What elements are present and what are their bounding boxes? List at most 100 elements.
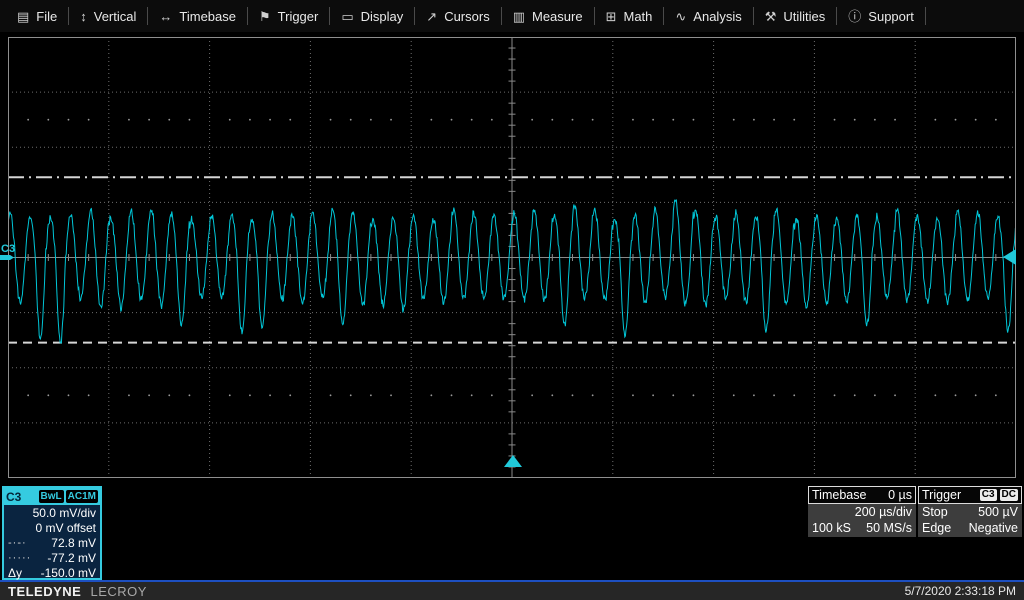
grid-minor-dot xyxy=(934,394,936,396)
grid-minor-dot xyxy=(894,119,896,121)
trigger-type-row: Edge Negative xyxy=(918,520,1022,536)
menu-item-display[interactable]: ▭ Display xyxy=(330,0,414,32)
grid-minor-dot xyxy=(995,394,997,396)
trigger-flag-icon: ⚑ xyxy=(259,10,271,23)
trigger-header[interactable]: Trigger C3 DC xyxy=(918,486,1022,504)
cursor2-line-style-icon: ····· xyxy=(8,552,31,564)
timebase-sampling-row: 100 kS 50 MS/s xyxy=(808,520,916,536)
brand-secondary: LECROY xyxy=(90,584,146,599)
datetime-readout: 5/7/2020 2:33:18 PM xyxy=(905,584,1016,598)
grid-minor-dot xyxy=(733,119,735,121)
grid-minor-dot xyxy=(592,394,594,396)
trigger-mode: Stop xyxy=(922,505,948,519)
grid-minor-dot xyxy=(531,119,533,121)
grid-minor-dot xyxy=(753,119,755,121)
channel-c3-label[interactable]: C3 xyxy=(1,243,15,255)
timebase-descriptor[interactable]: Timebase 0 µs 200 µs/div 100 kS 50 MS/s xyxy=(808,486,916,537)
menu-item-math[interactable]: ⊞ Math xyxy=(595,0,664,32)
grid-minor-dot xyxy=(955,394,957,396)
timebase-title: Timebase xyxy=(812,488,866,502)
utilities-tools-icon: ⚒ xyxy=(765,10,777,23)
grid-minor-dot xyxy=(773,119,775,121)
grid-minor-dot xyxy=(148,119,150,121)
menu-item-label: Trigger xyxy=(278,9,319,24)
channel-scale-row: 50.0 mV/div xyxy=(4,505,100,520)
trigger-mode-row: Stop 500 µV xyxy=(918,504,1022,520)
menu-item-file[interactable]: ▤ File xyxy=(6,0,68,32)
grid-minor-dot xyxy=(269,394,271,396)
menu-item-label: Cursors xyxy=(444,9,490,24)
cursor1-readout-row: -·-· 72.8 mV xyxy=(4,535,100,550)
trigger-level-marker[interactable] xyxy=(1003,249,1016,265)
grid-minor-dot xyxy=(672,119,674,121)
menu-item-measure[interactable]: ▥ Measure xyxy=(502,0,594,32)
grid-minor-dot xyxy=(834,119,836,121)
trigger-source-badge: C3 xyxy=(980,489,997,501)
cursor-arrow-icon: ↗ xyxy=(426,10,437,23)
grid-minor-dot xyxy=(88,119,90,121)
menu-item-cursors[interactable]: ↗ Cursors xyxy=(415,0,500,32)
grid-minor-dot xyxy=(531,394,533,396)
grid-minor-dot xyxy=(753,394,755,396)
channel-descriptor-header[interactable]: C3 BwL AC1M xyxy=(4,488,100,505)
grid-minor-dot xyxy=(551,394,553,396)
menu-item-label: File xyxy=(36,9,57,24)
timebase-position: 0 µs xyxy=(888,488,912,502)
grid-minor-dot xyxy=(229,394,231,396)
menu-item-label: Measure xyxy=(532,9,583,24)
trigger-descriptor[interactable]: Trigger C3 DC Stop 500 µV Edge Negative xyxy=(918,486,1022,537)
delta-y-label: Δy xyxy=(8,566,22,580)
grid-minor-dot xyxy=(874,394,876,396)
grid-minor-dot xyxy=(773,394,775,396)
grid-minor-dot xyxy=(350,394,352,396)
menu-item-label: Analysis xyxy=(693,9,741,24)
grid-minor-dot xyxy=(652,119,654,121)
menu-item-trigger[interactable]: ⚑ Trigger xyxy=(248,0,329,32)
menu-item-analysis[interactable]: ∿ Analysis xyxy=(664,0,752,32)
grid-minor-dot xyxy=(189,394,191,396)
trigger-time-marker[interactable] xyxy=(504,455,522,467)
trigger-title: Trigger xyxy=(922,488,961,502)
display-monitor-icon: ▭ xyxy=(341,10,353,23)
channel-scale-value: 50.0 mV/div xyxy=(33,506,96,520)
grid-minor-dot xyxy=(894,394,896,396)
channel-offset-row: 0 mV offset xyxy=(4,520,100,535)
timebase-header[interactable]: Timebase 0 µs xyxy=(808,486,916,504)
bandwidth-limit-badge: BwL xyxy=(39,490,64,503)
grid-minor-dot xyxy=(834,394,836,396)
status-bar: TELEDYNE LECROY 5/7/2020 2:33:18 PM xyxy=(0,582,1024,600)
grid-minor-dot xyxy=(330,394,332,396)
grid-minor-dot xyxy=(148,394,150,396)
grid-minor-dot xyxy=(793,394,795,396)
grid-minor-dot xyxy=(995,119,997,121)
grid-minor-dot xyxy=(68,119,70,121)
grid-minor-dot xyxy=(47,394,49,396)
grid-minor-dot xyxy=(451,119,453,121)
cursor1-line-style-icon: -·-· xyxy=(8,537,27,549)
grid-minor-dot xyxy=(128,394,130,396)
menu-item-timebase[interactable]: ↔ Timebase xyxy=(148,0,247,32)
grid-minor-dot xyxy=(874,119,876,121)
grid-minor-dot xyxy=(471,394,473,396)
grid-minor-dot xyxy=(934,119,936,121)
cursor2-value: -77.2 mV xyxy=(47,551,96,565)
timebase-scale: 200 µs/div xyxy=(855,505,912,519)
grid-minor-dot xyxy=(693,119,695,121)
grid-minor-dot xyxy=(68,394,70,396)
record-length: 100 kS xyxy=(812,521,851,535)
menu-item-label: Support xyxy=(868,9,914,24)
cursor1-value: 72.8 mV xyxy=(51,536,96,550)
grid-minor-dot xyxy=(491,394,493,396)
grid-minor-dot xyxy=(733,394,735,396)
menu-item-vertical[interactable]: ↕ Vertical xyxy=(69,0,147,32)
grid-minor-dot xyxy=(229,119,231,121)
grid-minor-dot xyxy=(289,394,291,396)
oscilloscope-screen: ▤ File ↕ Vertical ↔ Timebase ⚑ Trigger ▭… xyxy=(0,0,1024,600)
trigger-type: Edge xyxy=(922,521,951,535)
menu-item-support[interactable]: ⓘ Support xyxy=(837,0,925,32)
grid-minor-dot xyxy=(672,394,674,396)
grid-minor-dot xyxy=(249,394,251,396)
grid-minor-dot xyxy=(693,394,695,396)
channel-descriptor-c3[interactable]: C3 BwL AC1M 50.0 mV/div 0 mV offset -·-·… xyxy=(2,486,102,580)
menu-item-utilities[interactable]: ⚒ Utilities xyxy=(754,0,837,32)
